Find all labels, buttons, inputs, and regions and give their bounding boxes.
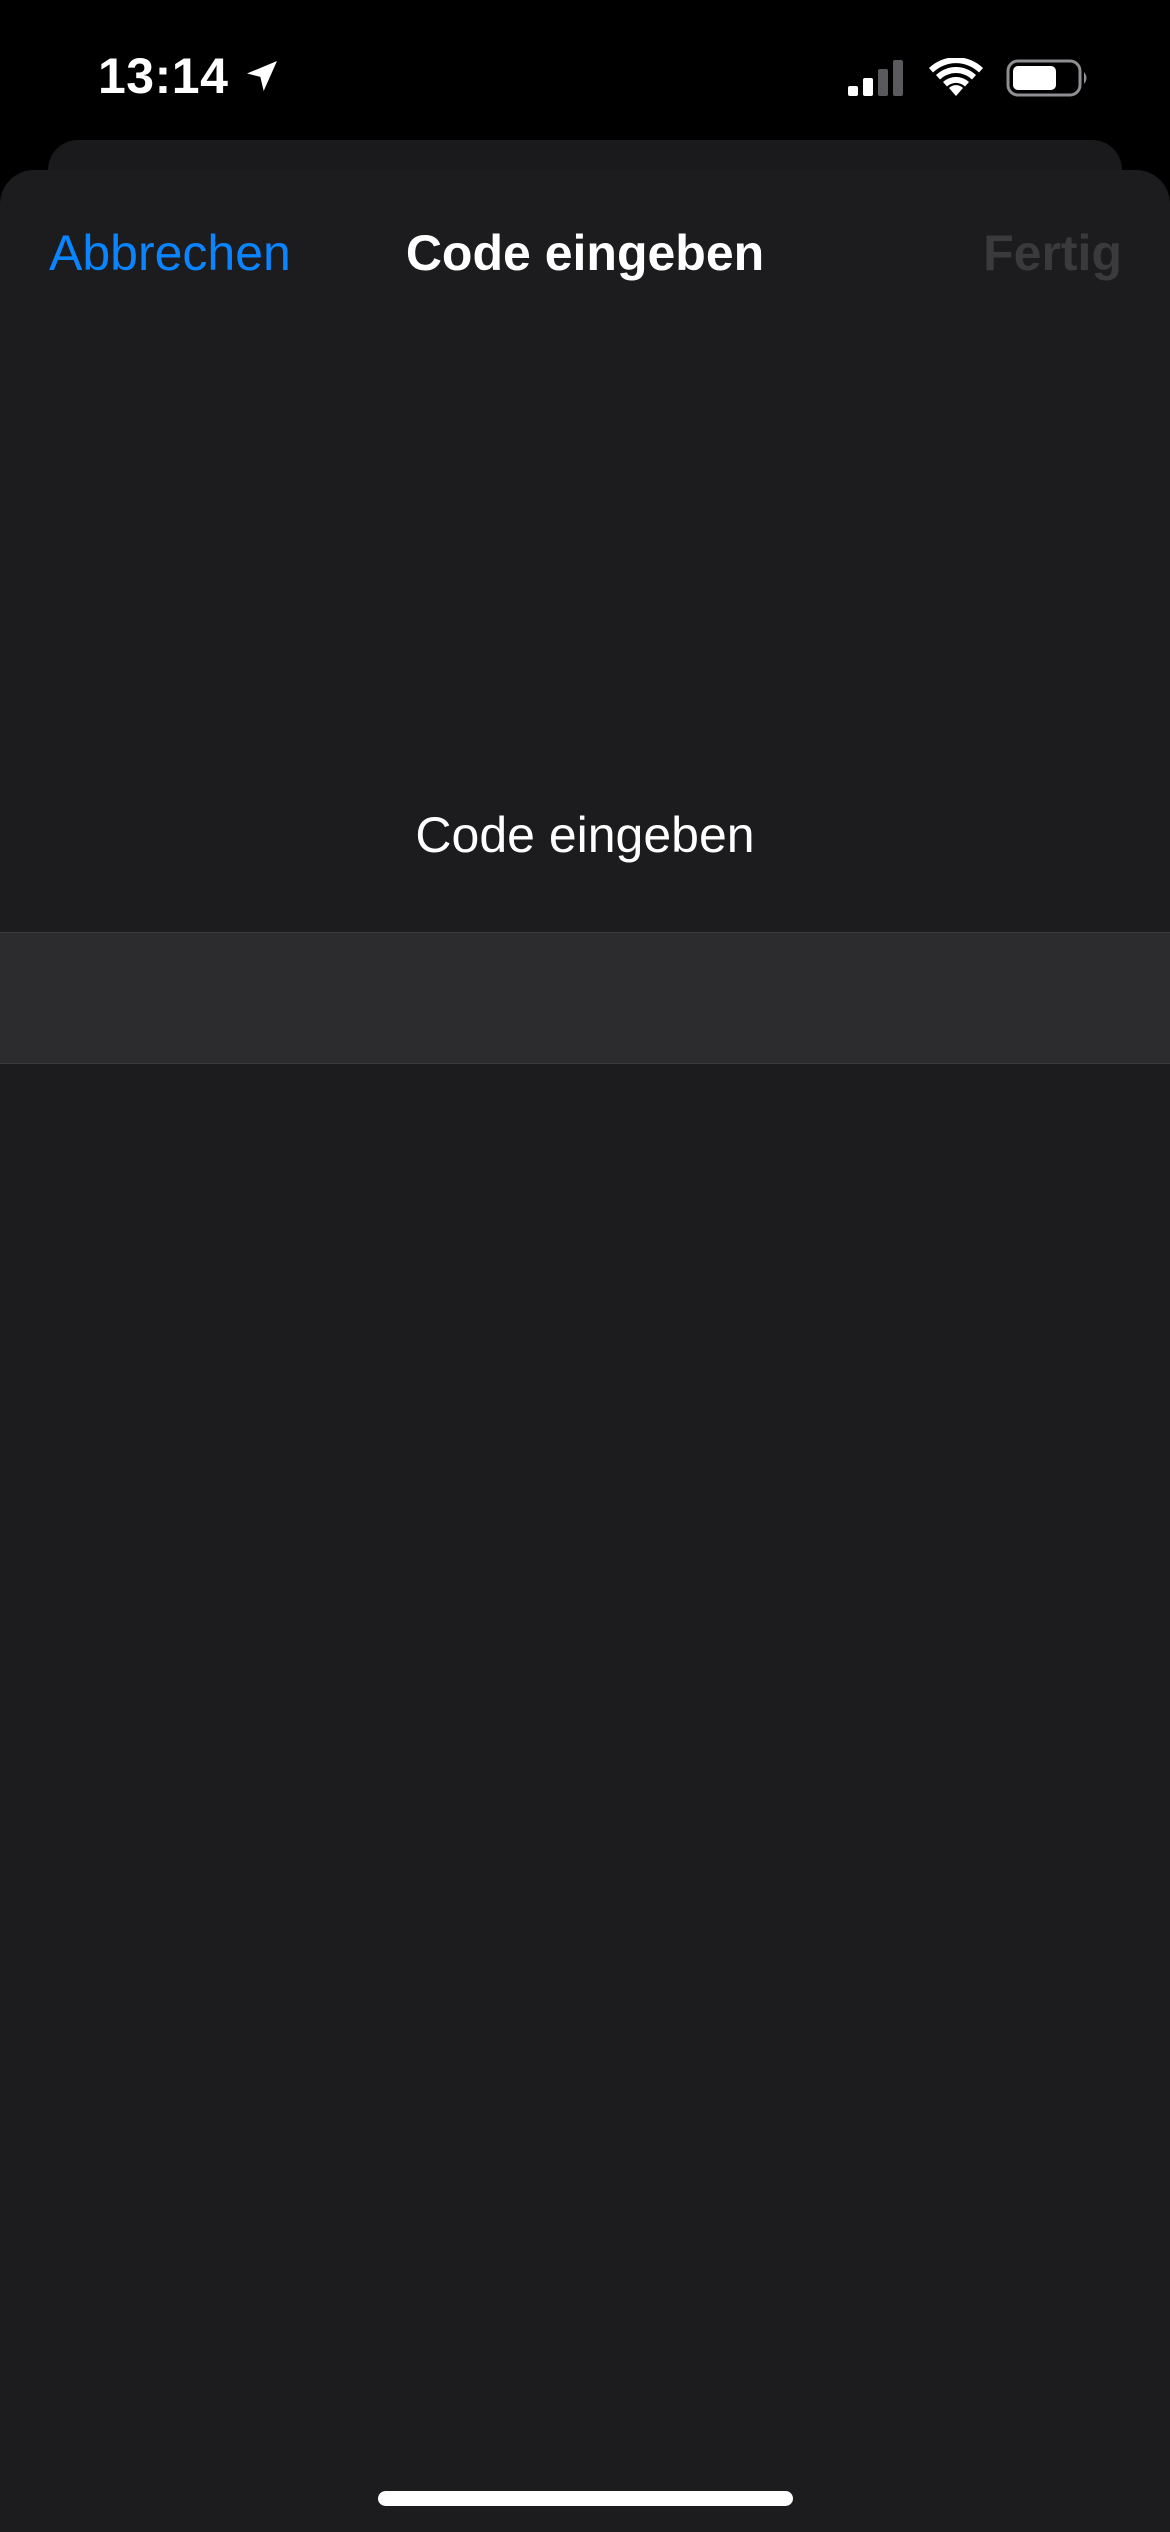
status-indicators: [846, 56, 1090, 100]
code-input[interactable]: [0, 933, 1170, 1063]
done-button[interactable]: Fertig: [983, 224, 1122, 282]
code-prompt-label: Code eingeben: [415, 807, 755, 863]
battery-icon: [1006, 59, 1087, 97]
status-time-group: 13:14: [98, 46, 282, 106]
wifi-icon: [929, 58, 983, 96]
navigation-bar: Abbrechen Code eingeben Fertig: [0, 170, 1170, 340]
enter-code-sheet: Abbrechen Code eingeben Fertig Code eing…: [0, 170, 1170, 2532]
cancel-button[interactable]: Abbrechen: [49, 224, 291, 282]
code-field[interactable]: [0, 932, 1170, 1064]
screen: 13:14 Abbrechen Code eingeben Fertig Cod…: [0, 0, 1170, 2532]
status-bar: 13:14: [0, 0, 1170, 150]
location-arrow-icon: [247, 61, 278, 91]
status-time: 13:14: [98, 48, 229, 104]
cellular-signal-icon: [848, 60, 903, 96]
home-indicator[interactable]: [378, 2491, 793, 2506]
